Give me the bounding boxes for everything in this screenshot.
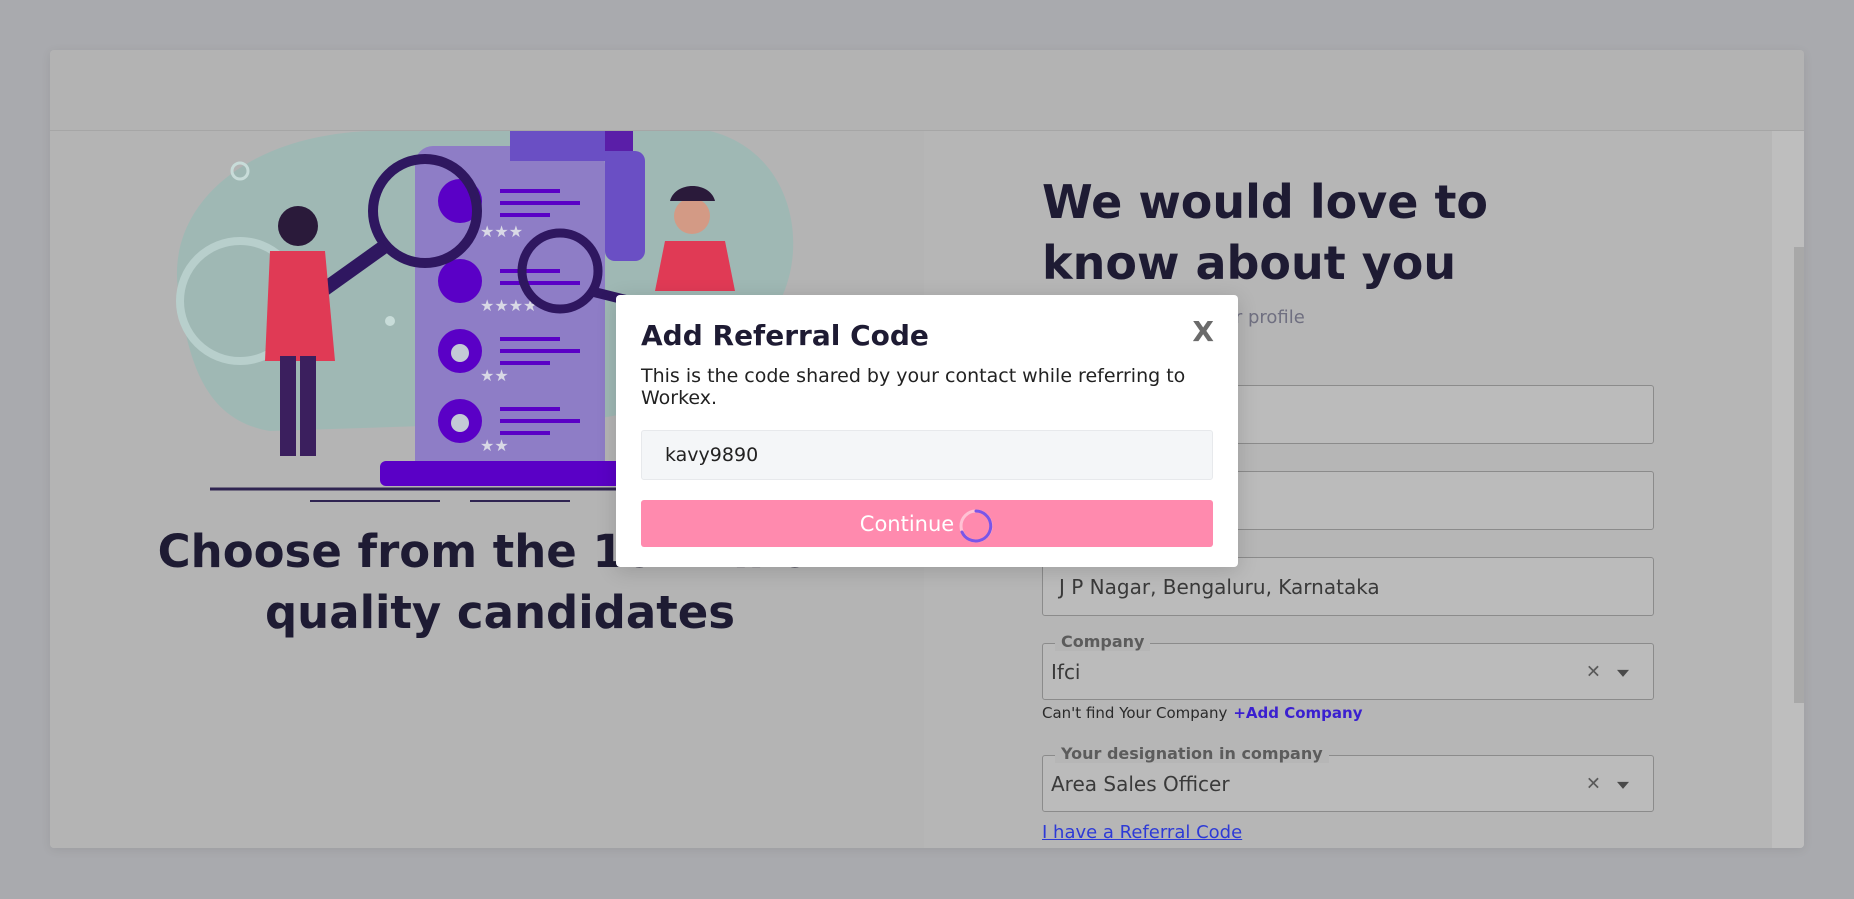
close-icon[interactable]: X [1192, 315, 1214, 348]
designation-legend: Your designation in company [1055, 744, 1329, 763]
designation-value: Area Sales Officer [1051, 771, 1230, 796]
svg-text:★★: ★★ [480, 436, 509, 455]
location-field-value: J P Nagar, Bengaluru, Karnataka [1059, 574, 1380, 599]
loading-spinner-icon [959, 509, 993, 542]
company-value: Ifci [1051, 659, 1081, 684]
clear-icon[interactable]: ✕ [1586, 661, 1601, 682]
modal-title: Add Referral Code [641, 319, 929, 352]
modal-description: This is the code shared by your contact … [641, 365, 1186, 409]
referral-modal: Add Referral Code X This is the code sha… [616, 295, 1238, 567]
continue-button[interactable]: Continue [641, 500, 1213, 547]
svg-text:★★: ★★ [480, 366, 509, 385]
referral-code-link[interactable]: I have a Referral Code [1042, 822, 1242, 843]
chevron-down-icon[interactable] [1617, 669, 1629, 677]
cant-find-company: Can't find Your Company +Add Company [1042, 704, 1362, 722]
company-select[interactable]: Company Ifci ✕ [1042, 632, 1654, 700]
designation-select[interactable]: Your designation in company Area Sales O… [1042, 744, 1654, 812]
scrollbar-thumb[interactable] [1794, 247, 1804, 703]
continue-label: Continue [859, 511, 955, 536]
svg-text:★★★: ★★★ [480, 222, 523, 241]
add-company-link[interactable]: +Add Company [1233, 704, 1362, 722]
clear-icon[interactable]: ✕ [1586, 773, 1601, 794]
referral-code-input[interactable] [641, 430, 1213, 480]
card-header [50, 50, 1804, 131]
company-legend: Company [1055, 632, 1151, 651]
scrollbar-track[interactable] [1772, 131, 1804, 848]
chevron-down-icon[interactable] [1617, 781, 1629, 789]
form-title: We would love to know about you [1042, 175, 1489, 291]
cant-find-text: Can't find Your Company [1042, 704, 1228, 722]
